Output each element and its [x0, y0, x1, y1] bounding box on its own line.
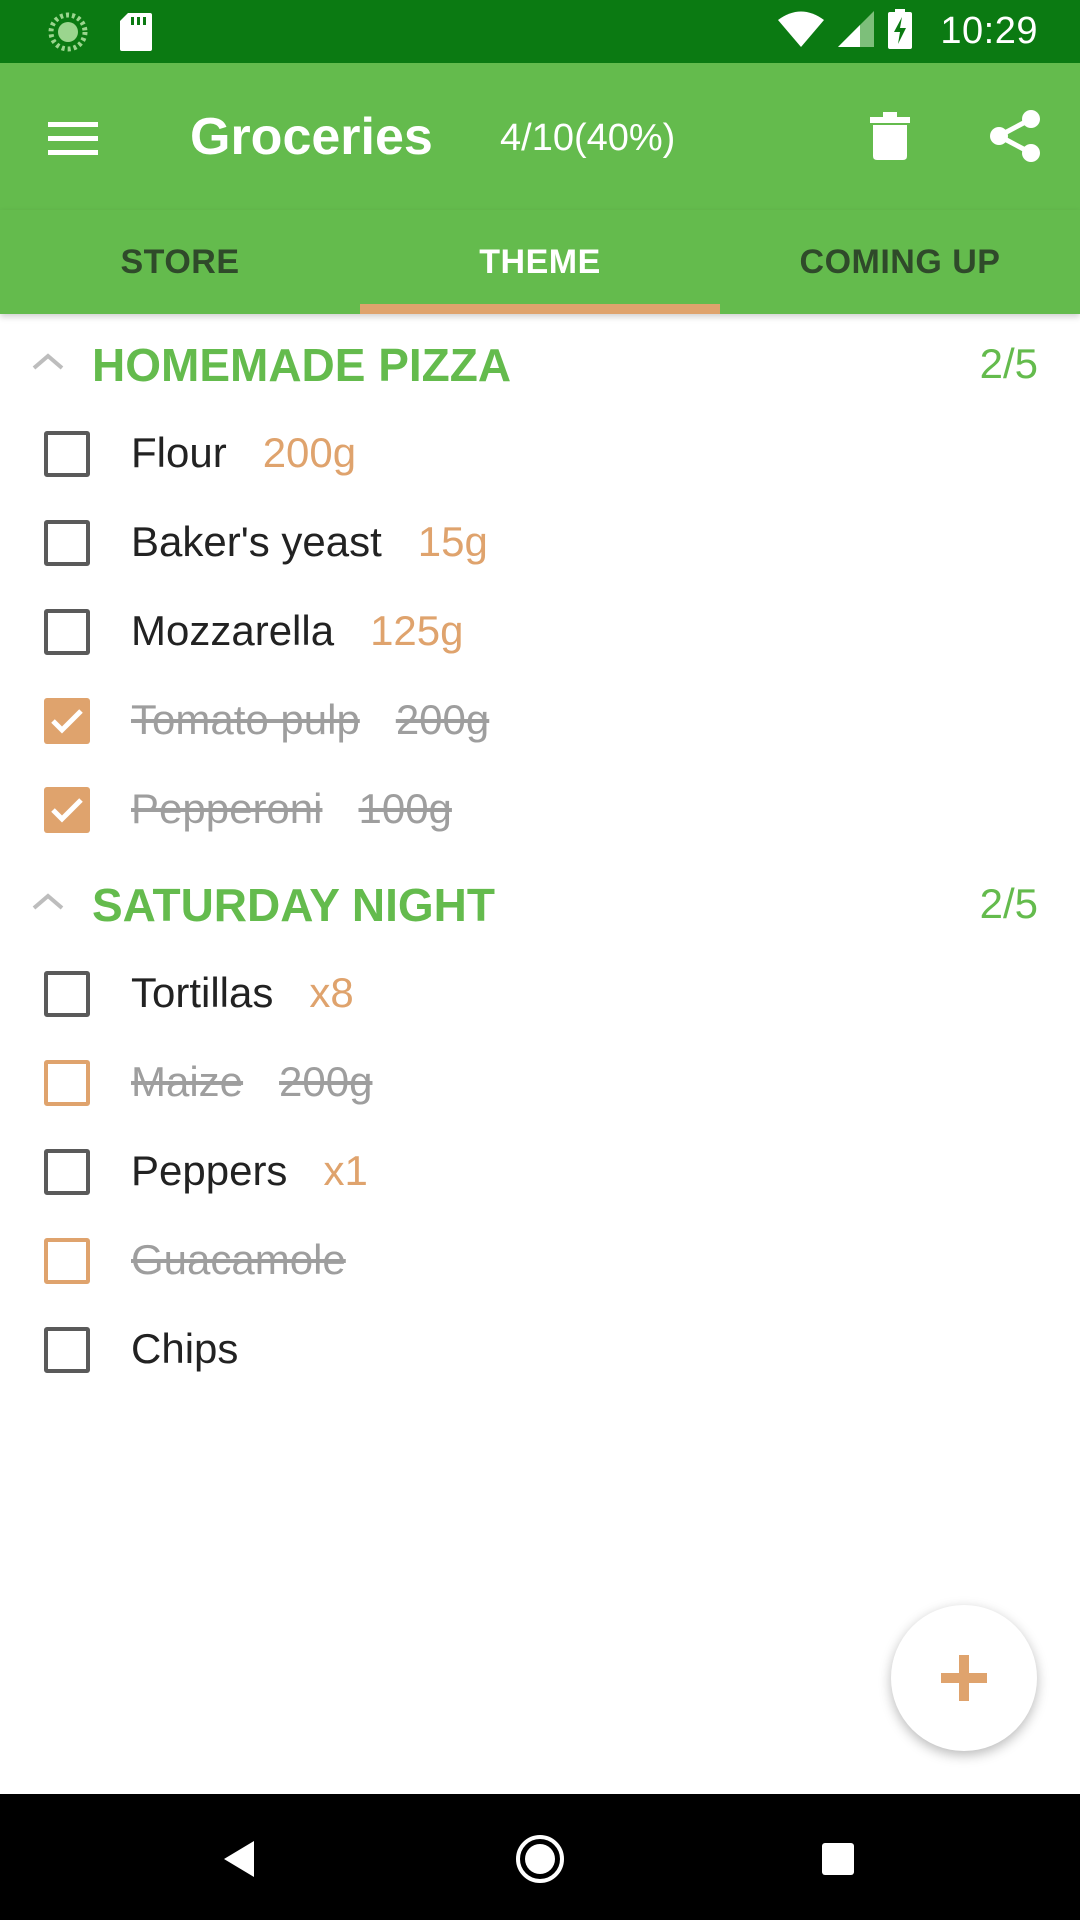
- checkbox-checked[interactable]: [44, 787, 90, 833]
- list-item[interactable]: Baker's yeast 15g: [0, 498, 1080, 587]
- item-quantity: x1: [323, 1147, 368, 1194]
- item-quantity: 200g: [279, 1058, 373, 1105]
- checkbox[interactable]: [44, 609, 90, 655]
- item-name: Peppers: [131, 1147, 288, 1194]
- item-name: Tortillas: [131, 969, 274, 1016]
- checkmark-icon: [51, 798, 83, 823]
- share-icon[interactable]: [980, 99, 1050, 173]
- home-icon[interactable]: [505, 1824, 575, 1894]
- back-icon[interactable]: [205, 1824, 275, 1894]
- wifi-icon: [778, 11, 825, 52]
- item-name: Chips: [131, 1325, 239, 1372]
- section-header[interactable]: HOMEMADE PIZZA 2/5: [0, 314, 1080, 409]
- list-item[interactable]: Guacamole: [0, 1216, 1080, 1305]
- checkbox[interactable]: [44, 1149, 90, 1195]
- item-quantity: 125g: [370, 607, 464, 654]
- list-item[interactable]: Pepperoni 100g: [0, 765, 1080, 854]
- battery-charging-icon: [888, 9, 913, 54]
- item-name: Mozzarella: [131, 607, 335, 654]
- add-item-button[interactable]: [891, 1605, 1037, 1751]
- list-item[interactable]: Mozzarella 125g: [0, 587, 1080, 676]
- checkbox-checked[interactable]: [44, 698, 90, 744]
- navigation-bar: [0, 1794, 1080, 1920]
- status-time: 10:29: [940, 10, 1038, 52]
- tab-store[interactable]: STORE: [0, 210, 360, 314]
- grocery-list: HOMEMADE PIZZA 2/5 Flour 200g Baker's yea…: [0, 314, 1080, 1394]
- checkmark-icon: [51, 709, 83, 734]
- checkbox[interactable]: [44, 1327, 90, 1373]
- list-item[interactable]: Tortillas x8: [0, 949, 1080, 1038]
- trash-icon[interactable]: [855, 99, 925, 173]
- item-name: Guacamole: [131, 1236, 346, 1283]
- list-item[interactable]: Flour 200g: [0, 409, 1080, 498]
- sync-icon: [48, 12, 88, 57]
- section-title: SATURDAY NIGHT: [92, 879, 495, 931]
- checkbox[interactable]: [44, 1238, 90, 1284]
- item-quantity: x8: [309, 969, 354, 1016]
- section-count: 2/5: [979, 340, 1038, 387]
- item-name: Pepperoni: [131, 785, 323, 832]
- menu-icon[interactable]: [38, 103, 108, 173]
- list-item[interactable]: Chips: [0, 1305, 1080, 1394]
- section-title: HOMEMADE PIZZA: [92, 339, 512, 391]
- checkbox[interactable]: [44, 520, 90, 566]
- section-count: 2/5: [979, 880, 1038, 927]
- app-bar: Groceries 4/10(40%): [0, 63, 1080, 210]
- item-quantity: 200g: [262, 429, 357, 476]
- item-quantity: 200g: [395, 696, 490, 743]
- sd-card-icon: [120, 13, 152, 56]
- tab-bar: STORE THEME COMING UP: [0, 210, 1080, 314]
- status-bar: 10:29: [0, 0, 1080, 63]
- item-quantity: 15g: [417, 518, 488, 565]
- page-title: Groceries: [190, 108, 433, 166]
- list-item[interactable]: Peppers x1: [0, 1127, 1080, 1216]
- chevron-up-icon[interactable]: [28, 346, 68, 376]
- recents-icon[interactable]: [803, 1824, 873, 1894]
- tab-theme[interactable]: THEME: [360, 210, 720, 314]
- item-quantity: 100g: [358, 785, 452, 832]
- progress-label: 4/10(40%): [500, 117, 676, 159]
- list-item[interactable]: Tomato pulp 200g: [0, 676, 1080, 765]
- signal-icon: [838, 11, 875, 52]
- plus-icon: [941, 1655, 987, 1701]
- item-name: Baker's yeast: [131, 518, 382, 565]
- checkbox[interactable]: [44, 971, 90, 1017]
- checkbox[interactable]: [44, 431, 90, 477]
- chevron-up-icon[interactable]: [28, 886, 68, 916]
- item-name: Tomato pulp: [131, 696, 360, 743]
- item-name: Maize: [131, 1058, 244, 1105]
- tab-coming-up[interactable]: COMING UP: [720, 210, 1080, 314]
- item-name: Flour: [131, 429, 227, 476]
- checkbox[interactable]: [44, 1060, 90, 1106]
- list-item[interactable]: Maize 200g: [0, 1038, 1080, 1127]
- section-header[interactable]: SATURDAY NIGHT 2/5: [0, 854, 1080, 949]
